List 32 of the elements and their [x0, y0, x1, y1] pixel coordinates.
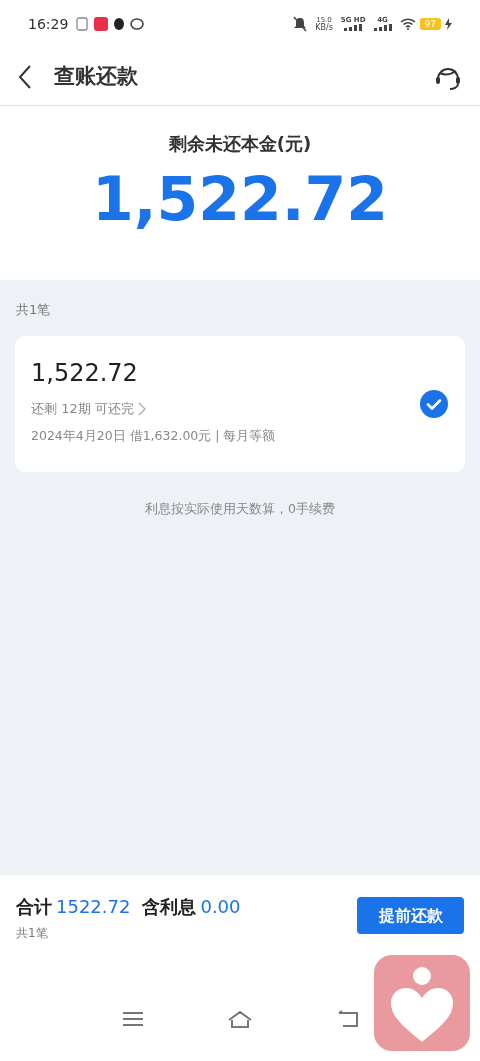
- battery-level: 97: [419, 18, 441, 30]
- back-nav-icon[interactable]: [337, 1010, 359, 1028]
- home-icon[interactable]: [227, 1010, 253, 1028]
- prepay-button[interactable]: 提前还款: [357, 897, 464, 934]
- clock: 16:29: [28, 14, 69, 34]
- interest-label: 含利息: [142, 895, 197, 919]
- loan-amount: 1,522.72: [31, 361, 139, 386]
- total-label: 合计: [16, 895, 52, 919]
- loan-card[interactable]: 1,522.72 还剩 12期 可还完 2024年4月20日 借1,632.00元 | 每月等额: [15, 335, 465, 472]
- fee-note: 利息按实际使用天数算，0手续费: [145, 499, 335, 518]
- mute-icon: [293, 16, 308, 32]
- ring-icon: [130, 18, 145, 30]
- interest-amount: 0.00: [200, 895, 241, 919]
- total-amount: 1522.72: [56, 895, 131, 919]
- back-icon[interactable]: [18, 63, 32, 90]
- signal-icon: [373, 24, 392, 31]
- loan-count: 共1笔: [16, 301, 52, 319]
- menu-icon[interactable]: [123, 1011, 143, 1027]
- document-icon: [76, 17, 89, 31]
- wifi-icon: [399, 18, 416, 30]
- page-title: 查账还款: [54, 62, 138, 90]
- chevron-right-icon[interactable]: [137, 402, 146, 417]
- principal-label: 剩余未还本金(元): [168, 132, 312, 156]
- charging-icon: [445, 18, 452, 30]
- app-notification-icon: [94, 17, 109, 31]
- checked-icon[interactable]: [419, 388, 449, 419]
- speed-unit: KB/s: [315, 23, 333, 32]
- remaining-periods[interactable]: 还剩 12期 可还完: [31, 399, 134, 419]
- signal-icon: [344, 24, 363, 31]
- loan-detail: 2024年4月20日 借1,632.00元 | 每月等额: [31, 426, 277, 445]
- principal-amount: 1,522.72: [91, 169, 389, 229]
- footer-count: 共1笔: [16, 925, 49, 942]
